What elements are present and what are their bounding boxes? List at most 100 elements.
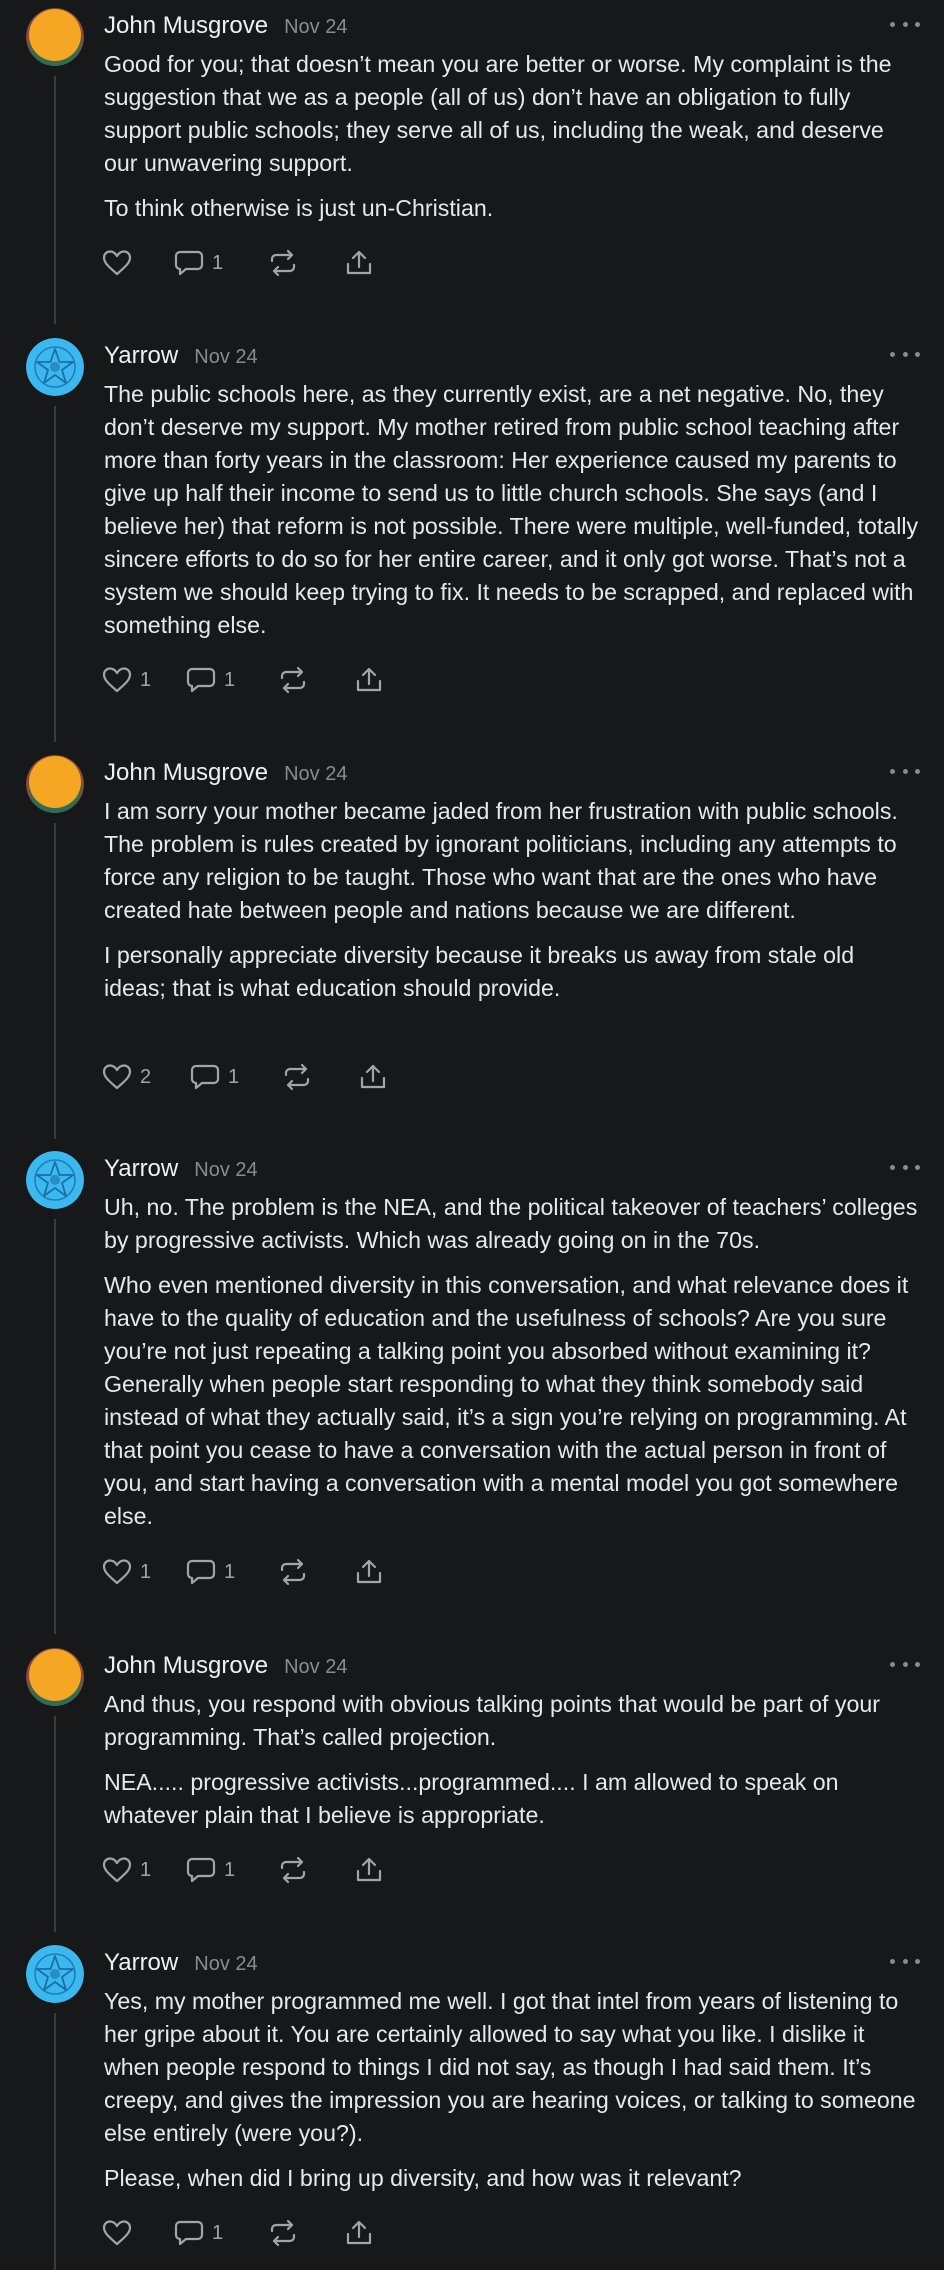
more-options-icon[interactable] <box>890 759 920 783</box>
share-icon <box>356 1857 382 1882</box>
comment-paragraph: Uh, no. The problem is the NEA, and the … <box>104 1194 918 1253</box>
comment-bubble-icon <box>174 250 204 276</box>
share-button[interactable] <box>354 1856 384 1884</box>
comment-actions: 1 <box>102 2216 374 2250</box>
restack-button[interactable] <box>282 1063 358 1091</box>
share-button[interactable] <box>344 2219 374 2247</box>
like-button[interactable]: 1 <box>102 1856 186 1884</box>
like-button[interactable]: 1 <box>102 666 186 694</box>
share-button[interactable] <box>354 1558 384 1586</box>
author-name[interactable]: John Musgrove <box>104 1652 268 1680</box>
restack-button[interactable] <box>278 666 354 694</box>
comment-paragraph: And thus, you respond with obvious talki… <box>104 1691 880 1750</box>
more-options-icon[interactable] <box>890 1652 920 1676</box>
blue-star-avatar-icon <box>26 1151 84 1209</box>
restack-button[interactable] <box>268 2219 344 2247</box>
reply-button[interactable]: 1 <box>186 1558 278 1586</box>
reply-count: 1 <box>212 2221 224 2244</box>
share-icon <box>360 1064 386 1089</box>
reply-button[interactable]: 1 <box>174 2219 268 2247</box>
avatar[interactable] <box>26 338 84 396</box>
like-button[interactable] <box>102 2219 174 2247</box>
more-options-icon[interactable] <box>890 12 920 36</box>
avatar[interactable] <box>26 8 84 66</box>
comment-date[interactable]: Nov 24 <box>194 1953 257 1976</box>
thread-line <box>54 76 56 324</box>
share-icon <box>356 667 382 692</box>
comment-date[interactable]: Nov 24 <box>284 16 347 39</box>
comment: John Musgrove Nov 24 I am sorry your mot… <box>0 747 944 1143</box>
reply-button[interactable]: 1 <box>174 249 268 277</box>
comment-paragraph: Please, when did I bring up diversity, a… <box>104 2165 742 2191</box>
comment: John Musgrove Nov 24 Good for you; that … <box>0 0 944 328</box>
comment-bubble-icon <box>186 1857 216 1883</box>
restack-button[interactable] <box>278 1856 354 1884</box>
comment-actions: 1 1 <box>102 1555 384 1589</box>
author-name[interactable]: John Musgrove <box>104 12 268 40</box>
restack-icon <box>270 249 296 277</box>
comment-header: Yarrow Nov 24 <box>104 1155 258 1183</box>
thread-line <box>54 2013 56 2270</box>
restack-icon <box>280 666 306 694</box>
share-button[interactable] <box>358 1063 388 1091</box>
like-count: 1 <box>140 668 152 691</box>
restack-button[interactable] <box>278 1558 354 1586</box>
restack-icon <box>284 1063 310 1091</box>
share-button[interactable] <box>354 666 384 694</box>
author-name[interactable]: Yarrow <box>104 1949 178 1977</box>
comment-header: John Musgrove Nov 24 <box>104 1652 347 1680</box>
comment-header: John Musgrove Nov 24 <box>104 12 347 40</box>
more-options-icon[interactable] <box>890 342 920 366</box>
comment-paragraph: NEA..... progressive activists...program… <box>104 1769 839 1828</box>
like-button[interactable]: 2 <box>102 1063 190 1091</box>
comment-header: Yarrow Nov 24 <box>104 1949 258 1977</box>
comment-header: John Musgrove Nov 24 <box>104 759 347 787</box>
reply-count: 1 <box>224 1858 236 1881</box>
share-button[interactable] <box>344 249 374 277</box>
heart-icon <box>102 667 132 693</box>
like-count: 2 <box>140 1065 152 1088</box>
reply-count: 1 <box>224 1560 236 1583</box>
reply-button[interactable]: 1 <box>186 666 278 694</box>
like-button[interactable] <box>102 249 174 277</box>
comment: Yarrow Nov 24 Uh, no. The problem is the… <box>0 1143 944 1638</box>
comment-date[interactable]: Nov 24 <box>284 763 347 786</box>
avatar[interactable] <box>26 755 84 813</box>
comment-header: Yarrow Nov 24 <box>104 342 258 370</box>
comment: Yarrow Nov 24 The public schools here, a… <box>0 330 944 746</box>
comment-date[interactable]: Nov 24 <box>284 1656 347 1679</box>
comment-body: The public schools here, as they current… <box>104 378 922 642</box>
restack-button[interactable] <box>268 249 344 277</box>
author-name[interactable]: Yarrow <box>104 342 178 370</box>
like-button[interactable]: 1 <box>102 1558 186 1586</box>
avatar[interactable] <box>26 1648 84 1706</box>
author-name[interactable]: Yarrow <box>104 1155 178 1183</box>
more-options-icon[interactable] <box>890 1949 920 1973</box>
share-icon <box>356 1559 382 1584</box>
blue-star-avatar-icon <box>26 338 84 396</box>
reply-button[interactable]: 1 <box>190 1063 282 1091</box>
orange-circle-avatar-icon <box>26 8 84 66</box>
comment-date[interactable]: Nov 24 <box>194 1159 257 1182</box>
share-icon <box>346 2220 372 2245</box>
thread-line <box>54 1219 56 1634</box>
comment: John Musgrove Nov 24 And thus, you respo… <box>0 1640 944 1936</box>
comment-date[interactable]: Nov 24 <box>194 346 257 369</box>
comment: Yarrow Nov 24 Yes, my mother programmed … <box>0 1937 944 2270</box>
comment-paragraph: I personally appreciate diversity becaus… <box>104 942 855 1001</box>
avatar[interactable] <box>26 1945 84 2003</box>
author-name[interactable]: John Musgrove <box>104 759 268 787</box>
comment-actions: 1 1 <box>102 663 384 697</box>
restack-icon <box>280 1856 306 1884</box>
heart-icon <box>102 1559 132 1585</box>
reply-count: 1 <box>224 668 236 691</box>
heart-icon <box>102 2220 132 2246</box>
comment-paragraph: I am sorry your mother became jaded from… <box>104 798 898 923</box>
heart-icon <box>102 250 132 276</box>
comment-bubble-icon <box>186 667 216 693</box>
more-options-icon[interactable] <box>890 1155 920 1179</box>
avatar[interactable] <box>26 1151 84 1209</box>
reply-button[interactable]: 1 <box>186 1856 278 1884</box>
restack-icon <box>270 2219 296 2247</box>
thread-line <box>54 1716 56 1932</box>
